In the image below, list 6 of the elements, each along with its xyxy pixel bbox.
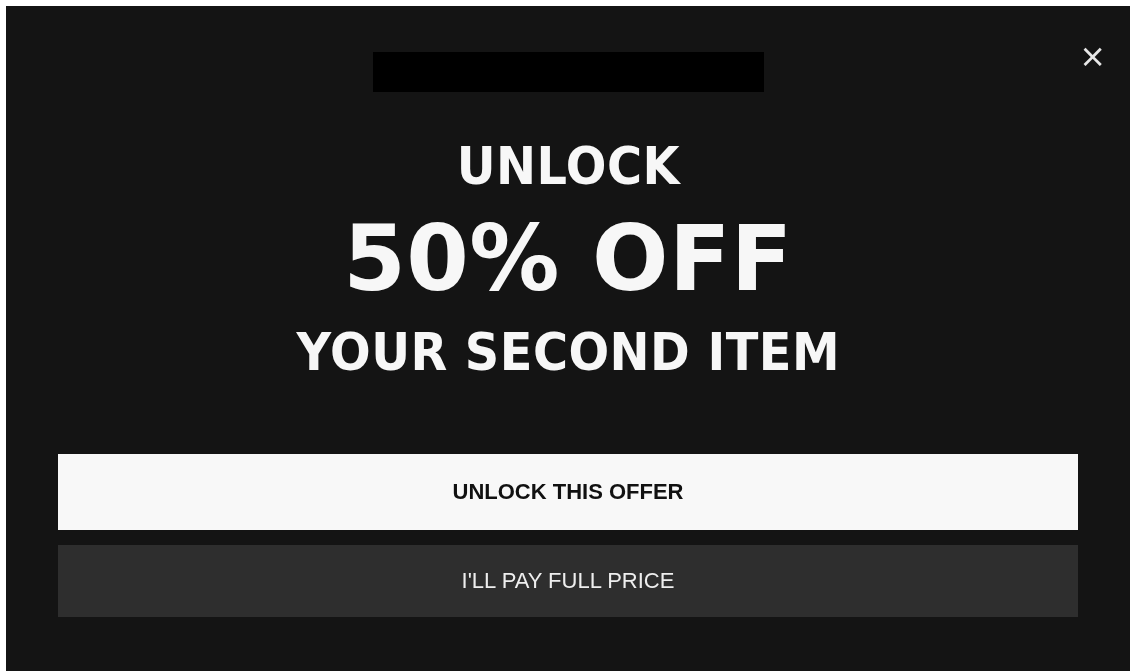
headline-text: UNLOCK [456,140,680,192]
unlock-offer-button[interactable]: UNLOCK THIS OFFER [58,454,1078,530]
headline-text: YOUR SECOND ITEM [296,326,840,378]
decline-button[interactable]: I'LL PAY FULL PRICE [58,545,1078,617]
headline-text: 50% OFF [343,214,793,304]
close-button[interactable]: × [1075,40,1110,72]
